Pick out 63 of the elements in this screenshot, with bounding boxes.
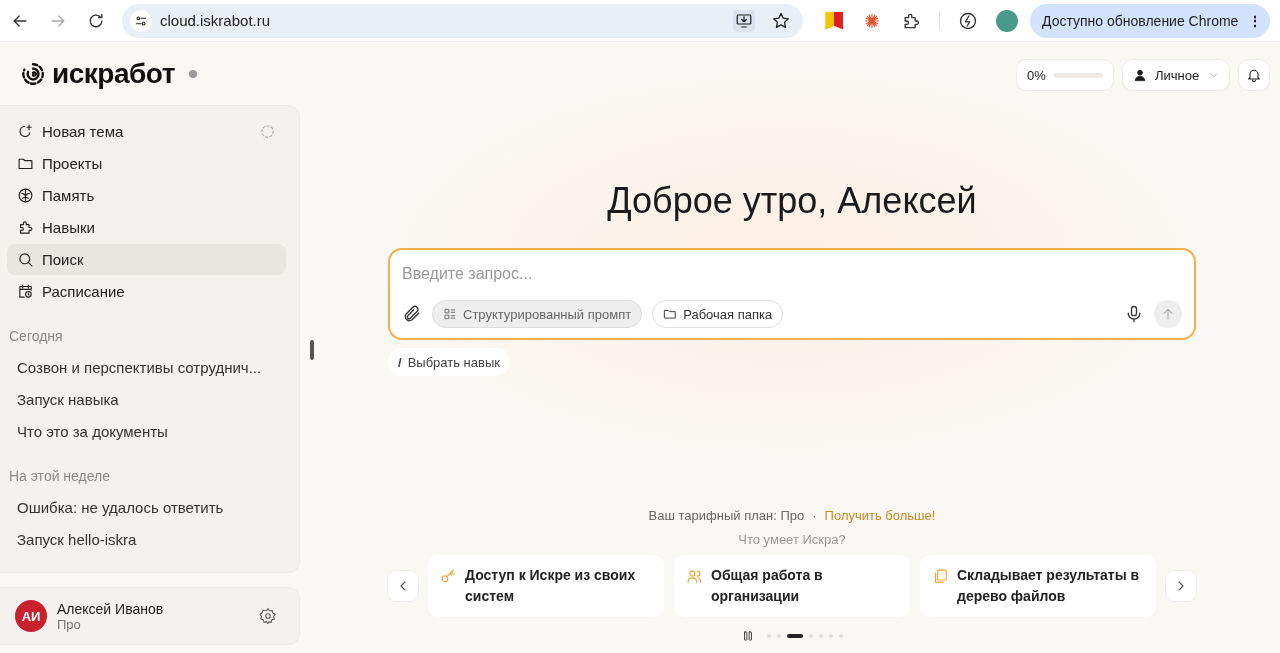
sunburst-icon[interactable] bbox=[863, 11, 882, 30]
logo-text: искработ bbox=[52, 57, 175, 90]
bookmark-star-icon[interactable] bbox=[771, 10, 792, 31]
feature-card[interactable]: Доступ к Искре из своих систем bbox=[428, 555, 664, 617]
bell-icon bbox=[1246, 67, 1262, 83]
install-app-button[interactable] bbox=[733, 9, 756, 32]
resize-handle[interactable] bbox=[310, 340, 314, 360]
update-button[interactable]: Доступно обновление Chrome ⋮ bbox=[1030, 3, 1270, 38]
sidebar-item[interactable]: Проекты bbox=[7, 148, 286, 179]
section-heading: Сегодня bbox=[8, 327, 64, 346]
features-heading: Что умеет Искра? bbox=[738, 532, 846, 547]
user-plan: Про bbox=[57, 616, 82, 632]
profile-avatar[interactable] bbox=[996, 9, 1018, 32]
key-icon bbox=[440, 568, 457, 585]
site-settings-button[interactable] bbox=[130, 9, 152, 32]
feature-card[interactable]: Общая работа в организации bbox=[674, 555, 910, 617]
list-icon bbox=[443, 307, 457, 321]
sidebar-item[interactable]: Новая тема bbox=[7, 116, 286, 147]
address-bar[interactable]: cloud.iskrabot.ru bbox=[122, 3, 804, 38]
calendar-icon bbox=[17, 283, 34, 300]
composer-chip[interactable]: Структурированный промпт bbox=[432, 300, 643, 328]
chat-history-item[interactable]: Ошибка: не удалось ответить bbox=[7, 492, 286, 524]
chat-history-item[interactable]: Что это за документы bbox=[7, 416, 286, 448]
chat-history-item[interactable]: Запуск навыка bbox=[7, 384, 286, 416]
bolt-icon[interactable] bbox=[958, 10, 979, 31]
sidebar-item[interactable]: Поиск bbox=[7, 244, 286, 275]
choose-skill-button[interactable]: / Выбрать навык bbox=[388, 348, 510, 376]
folder-icon bbox=[663, 307, 678, 321]
arrow-up-icon bbox=[1160, 306, 1176, 322]
greeting-heading: Доброе утро, Алексей bbox=[607, 180, 977, 222]
brain-icon bbox=[17, 187, 34, 204]
people-icon bbox=[686, 568, 703, 585]
person-icon bbox=[1133, 68, 1147, 82]
attach-button[interactable] bbox=[402, 304, 422, 324]
search-icon bbox=[17, 251, 34, 268]
notifications-button[interactable] bbox=[1239, 60, 1269, 90]
files-icon bbox=[932, 568, 949, 585]
prompt-input[interactable]: Введите запрос... Структурированный промпт Рабочая папка bbox=[388, 248, 1196, 340]
url-text: cloud.iskrabot.ru bbox=[160, 12, 271, 29]
chat-history-item[interactable]: Запуск hello-iskra bbox=[7, 524, 286, 556]
composer-chip[interactable]: Рабочая папка bbox=[652, 300, 784, 328]
settings-icon bbox=[259, 607, 277, 625]
user-name: Алексей Иванов bbox=[57, 600, 164, 617]
workspace-dropdown[interactable]: Личное bbox=[1123, 60, 1229, 90]
pause-button[interactable] bbox=[741, 629, 755, 643]
puzzle-icon bbox=[17, 219, 34, 236]
new-chat-icon bbox=[17, 123, 34, 140]
separator-text: · bbox=[812, 508, 817, 523]
menu-icon[interactable]: ⋮ bbox=[1248, 12, 1263, 29]
feature-card[interactable]: Складывает результаты в дерево файлов bbox=[920, 555, 1156, 617]
flag-icon[interactable] bbox=[825, 11, 844, 30]
chat-history-item[interactable]: Созвон и перспективы сотруднич... bbox=[7, 352, 286, 384]
section-heading: На этой неделе bbox=[8, 467, 112, 486]
sidebar-item[interactable]: Навыки bbox=[7, 212, 286, 243]
usage-meter: 0% bbox=[1017, 60, 1113, 90]
sidebar-item[interactable]: Память bbox=[7, 180, 286, 211]
plan-text: Ваш тарифный план: Про bbox=[648, 508, 805, 523]
sidebar-item[interactable]: Расписание bbox=[7, 276, 286, 307]
logo-icon bbox=[20, 60, 46, 87]
status-dot bbox=[188, 69, 197, 78]
loading-icon bbox=[259, 123, 276, 140]
user-avatar: АИ bbox=[15, 600, 47, 632]
user-card[interactable]: АИ Алексей Иванов Про bbox=[0, 587, 300, 645]
